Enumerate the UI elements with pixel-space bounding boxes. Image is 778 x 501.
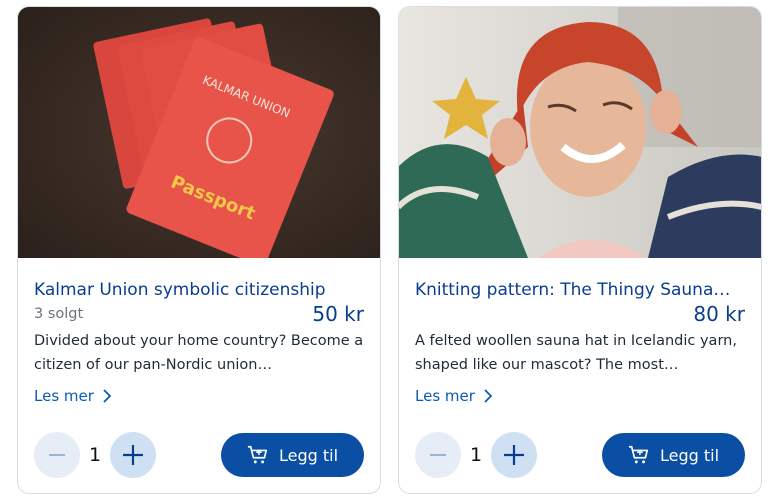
minus-icon — [49, 454, 65, 456]
chevron-right-icon — [484, 389, 493, 403]
product-description: A felted woollen sauna hat in Icelandic … — [415, 333, 737, 373]
product-image[interactable]: KALMAR UNION Passport — [18, 7, 380, 258]
increase-quantity-button[interactable] — [110, 432, 156, 478]
add-to-cart-button[interactable]: Legg til — [221, 433, 364, 477]
add-to-cart-button[interactable]: Legg til — [602, 433, 745, 477]
quantity-value[interactable]: 1 — [84, 443, 106, 467]
plus-icon — [504, 445, 524, 465]
product-card: KALMAR UNION Passport Kalmar Union symbo… — [17, 6, 381, 494]
product-title[interactable]: Knitting pattern: The Thingy Sauna… — [415, 278, 747, 302]
increase-quantity-button[interactable] — [491, 432, 537, 478]
cart-plus-icon — [247, 445, 268, 464]
read-more-link[interactable]: Les mer — [34, 385, 112, 407]
plus-icon — [123, 445, 143, 465]
chevron-right-icon — [103, 389, 112, 403]
read-more-link[interactable]: Les mer — [415, 385, 493, 407]
product-title[interactable]: Kalmar Union symbolic citizenship — [34, 278, 366, 302]
add-to-cart-label: Legg til — [659, 445, 720, 465]
product-price: 50 kr — [312, 302, 364, 326]
quantity-value[interactable]: 1 — [465, 443, 487, 467]
product-description: Divided about your home country? Become … — [34, 333, 364, 373]
product-price: 80 kr — [693, 302, 745, 326]
product-image[interactable] — [399, 7, 761, 258]
add-to-cart-label: Legg til — [278, 445, 339, 465]
decrease-quantity-button[interactable] — [415, 432, 461, 478]
read-more-label: Les mer — [415, 387, 475, 405]
minus-icon — [430, 454, 446, 456]
product-card: Knitting pattern: The Thingy Sauna… 80 k… — [398, 6, 762, 494]
sold-count: 3 solgt — [34, 306, 84, 322]
decrease-quantity-button[interactable] — [34, 432, 80, 478]
cart-plus-icon — [628, 445, 649, 464]
read-more-label: Les mer — [34, 387, 94, 405]
